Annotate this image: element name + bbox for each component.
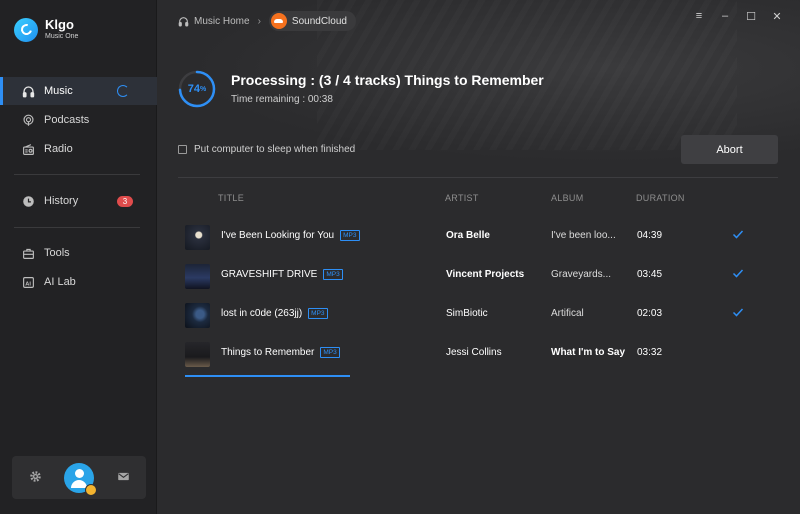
- nav-main: Music Podcasts Radio: [0, 77, 157, 164]
- track-duration: 03:32: [637, 347, 663, 358]
- sidebar-item-label: History: [44, 195, 79, 207]
- radio-icon: [21, 142, 35, 156]
- sidebar-item-podcasts[interactable]: Podcasts: [0, 106, 157, 134]
- sidebar: Klgo Music One Music Podcasts Radio Hist…: [0, 0, 157, 514]
- main-panel: Music Home › SoundCloud ≡ – ☐ ✕ 74% Proc…: [157, 0, 800, 514]
- track-artist: Vincent Projects: [446, 269, 525, 280]
- minimize-icon[interactable]: –: [712, 10, 738, 23]
- nav-tools: Tools AI AI Lab: [0, 239, 157, 297]
- track-album: Artifical: [551, 308, 584, 319]
- source-name: SoundCloud: [291, 15, 347, 27]
- track-album: I've been loo...: [551, 230, 616, 241]
- sidebar-item-radio[interactable]: Radio: [0, 135, 157, 163]
- app-subtitle: Music One: [45, 33, 79, 40]
- processing-title: Processing : (3 / 4 tracks) Things to Re…: [231, 72, 544, 88]
- source-pill[interactable]: SoundCloud: [268, 11, 356, 31]
- track-title: lost in c0de (263jj): [221, 308, 303, 319]
- premium-badge-icon: [85, 483, 97, 496]
- track-title: GRAVESHIFT DRIVE: [221, 269, 318, 280]
- sidebar-item-label: Tools: [44, 247, 70, 259]
- loading-spinner-icon: [117, 85, 129, 97]
- format-badge: MP3: [320, 347, 340, 358]
- checkmark-icon: [732, 230, 744, 239]
- sidebar-item-label: Podcasts: [44, 114, 90, 126]
- table-row[interactable]: GRAVESHIFT DRIVE MP3 Vincent Projects Gr…: [178, 256, 778, 296]
- track-album: Graveyards...: [551, 269, 612, 280]
- ai-icon: AI: [21, 275, 35, 289]
- svg-text:AI: AI: [25, 281, 31, 287]
- track-title: Things to Remember: [221, 347, 315, 358]
- sidebar-bottom-bar: [12, 456, 146, 499]
- breadcrumb: Music Home › SoundCloud: [178, 11, 356, 31]
- divider: [178, 177, 778, 178]
- column-header-title: TITLE: [218, 193, 245, 203]
- checkmark-icon: [732, 308, 744, 317]
- app-logo-icon: [14, 17, 38, 42]
- track-duration: 04:39: [637, 230, 663, 241]
- track-artist: Jessi Collins: [446, 347, 502, 358]
- table-row[interactable]: Things to Remember MP3 Jessi Collins Wha…: [178, 334, 778, 377]
- track-album: What I'm to Say: [551, 347, 626, 358]
- column-header-album: ALBUM: [551, 193, 584, 203]
- track-title: I've Been Looking for You: [221, 230, 335, 241]
- app-name: Klgo: [45, 17, 74, 32]
- track-artist: SimBiotic: [446, 308, 488, 319]
- track-duration: 02:03: [637, 308, 663, 319]
- checkmark-icon: [732, 269, 744, 278]
- user-avatar-icon[interactable]: [64, 462, 97, 496]
- track-progress-bar: [185, 375, 350, 377]
- time-remaining: Time remaining : 00:38: [231, 94, 333, 105]
- sidebar-item-label: AI Lab: [44, 276, 76, 288]
- table-row[interactable]: I've Been Looking for You MP3 Ora Belle …: [178, 217, 778, 257]
- maximize-icon[interactable]: ☐: [738, 10, 764, 23]
- sleep-checkbox[interactable]: [178, 145, 187, 154]
- window-controls: ≡ – ☐ ✕: [686, 10, 790, 23]
- sidebar-divider: [14, 227, 140, 228]
- sidebar-divider: [14, 174, 140, 175]
- column-header-artist: ARTIST: [445, 193, 479, 203]
- breadcrumb-home[interactable]: Music Home: [194, 16, 250, 27]
- headphones-icon: [21, 84, 35, 98]
- close-icon[interactable]: ✕: [764, 10, 790, 23]
- sidebar-item-label: Music: [44, 85, 73, 97]
- clock-icon: [21, 194, 35, 208]
- nav-history: History 3: [0, 187, 157, 216]
- track-duration: 03:45: [637, 269, 663, 280]
- chevron-right-icon: ›: [257, 15, 261, 27]
- sidebar-item-history[interactable]: History 3: [0, 187, 157, 215]
- format-badge: MP3: [323, 269, 343, 280]
- track-artist: Ora Belle: [446, 230, 490, 241]
- abort-button[interactable]: Abort: [681, 135, 778, 164]
- brand: Klgo Music One: [14, 17, 78, 42]
- sidebar-item-ai-lab[interactable]: AI AI Lab: [0, 268, 157, 296]
- soundcloud-icon: [270, 13, 287, 29]
- gear-icon[interactable]: [28, 470, 42, 486]
- track-cover: [185, 342, 210, 367]
- sleep-option[interactable]: Put computer to sleep when finished: [178, 144, 355, 155]
- sidebar-item-tools[interactable]: Tools: [0, 239, 157, 267]
- podcast-icon: [21, 113, 35, 127]
- format-badge: MP3: [340, 230, 360, 241]
- headphones-icon: [178, 16, 189, 27]
- track-cover: [185, 264, 210, 289]
- track-cover: [185, 225, 210, 250]
- history-count-badge: 3: [117, 196, 133, 207]
- column-header-duration: DURATION: [636, 193, 685, 203]
- sidebar-item-music[interactable]: Music: [0, 77, 157, 105]
- mail-icon[interactable]: [116, 470, 130, 486]
- sidebar-item-label: Radio: [44, 143, 73, 155]
- toolbox-icon: [21, 246, 35, 260]
- table-row[interactable]: lost in c0de (263jj) MP3 SimBiotic Artif…: [178, 295, 778, 335]
- menu-icon[interactable]: ≡: [686, 10, 712, 23]
- format-badge: MP3: [308, 308, 328, 319]
- track-cover: [185, 303, 210, 328]
- progress-percent: 74%: [187, 83, 207, 95]
- sleep-label: Put computer to sleep when finished: [194, 144, 356, 155]
